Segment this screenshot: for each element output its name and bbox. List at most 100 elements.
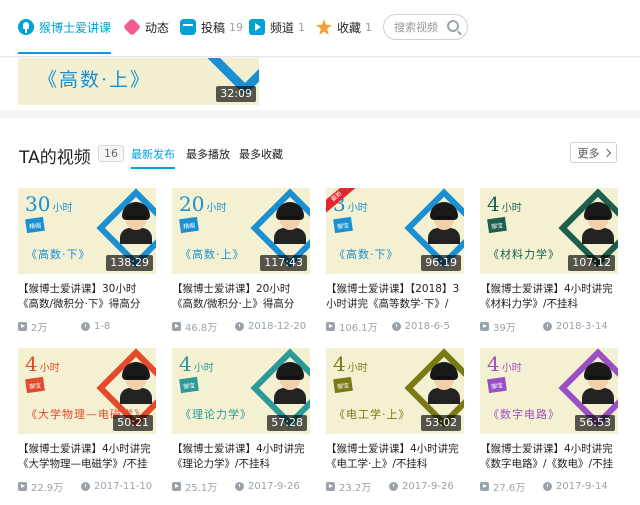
video-duration: 50:21 — [113, 415, 153, 431]
video-title[interactable]: 【猴博士爱讲课】30小时《高数/微积分·下》得高分 — [18, 282, 156, 312]
video-meta: 27.6万 2017-9-14 — [480, 479, 618, 494]
video-thumbnail[interactable]: 20 小时 精缩 《高数·上》 117:43 — [172, 188, 310, 274]
video-title[interactable]: 【猴博士爱讲课】【2018】3小时讲完《高等数学·下》/ — [326, 282, 464, 312]
video-duration: 117:43 — [260, 255, 307, 271]
nav-posts-label: 投稿 — [201, 20, 226, 35]
video-thumbnail[interactable]: 4 小时 御宝《数字电路》 56:53 — [480, 348, 618, 434]
video-title[interactable]: 【猴博士爱讲课】4小时讲完《电工学·上》/不挂科 — [326, 442, 464, 472]
play-count-icon — [326, 482, 335, 491]
top-nav: 猴博士爱讲课 动态 投稿 19 频道 1 收藏 1 — [0, 0, 640, 57]
play-count: 46.8万 — [185, 323, 218, 334]
video-meta: 22.9万 2017-11-10 — [18, 479, 156, 494]
search-box — [383, 14, 468, 40]
clock-icon — [81, 322, 90, 331]
more-button[interactable]: 更多 — [570, 142, 617, 163]
upload-date: 2018-3-14 — [556, 321, 608, 332]
thumbnail-subject: 《数字电路》 — [488, 408, 560, 421]
play-count: 39万 — [493, 323, 516, 334]
tab-latest[interactable]: 最新发布 — [131, 146, 175, 169]
play-count: 22.9万 — [31, 483, 64, 494]
channel-icon — [249, 19, 265, 35]
thumbnail-subject: 《高数·下》 — [26, 248, 91, 261]
video-title[interactable]: 【猴博士爱讲课】4小时讲完《数字电路》/《数电》/不挂 — [480, 442, 618, 472]
play-count-icon — [480, 482, 489, 491]
upload-date: 2017-9-14 — [556, 481, 608, 492]
tab-most-favorited[interactable]: 最多收藏 — [239, 146, 283, 162]
nav-posts[interactable]: 投稿 19 — [180, 15, 243, 39]
video-duration: 96:19 — [421, 255, 461, 271]
video-title[interactable]: 【猴博士爱讲课】20小时《高数/微积分·上》得高分 — [172, 282, 310, 312]
video-duration: 32:09 — [216, 86, 256, 102]
search-input[interactable] — [384, 15, 444, 39]
nav-favorites-count: 1 — [365, 20, 373, 34]
thumbnail-badge: 御宝 — [179, 376, 199, 394]
video-thumbnail[interactable]: 4 小时 御宝 《理论力学》 57:28 — [172, 348, 310, 434]
video-thumbnail[interactable]: 4 小时 御宝 《电工学·上》 53:02 — [326, 348, 464, 434]
thumbnail-subject: 《电工学·上》 — [334, 408, 411, 421]
play-count-icon — [172, 482, 181, 491]
video-duration: 57:28 — [267, 415, 307, 431]
thumbnail-hours: 30 小时 — [25, 192, 73, 216]
section-title: TA的视频 — [19, 148, 91, 168]
nav-channels[interactable]: 频道 1 — [249, 15, 305, 39]
thumbnail-hours: 4 小时 — [487, 352, 522, 376]
nav-posts-count: 19 — [229, 20, 244, 34]
tab-most-played[interactable]: 最多播放 — [186, 146, 230, 162]
teacher-avatar — [120, 202, 152, 244]
teacher-avatar — [274, 362, 306, 404]
thumbnail-hours: 4 小时 — [487, 192, 522, 216]
teacher-avatar — [582, 362, 614, 404]
teacher-avatar — [274, 202, 306, 244]
upper-panel: 《高数·上》 32:09 — [0, 58, 640, 110]
chevron-right-icon — [602, 148, 611, 157]
video-meta: 23.2万 2017-9-26 — [326, 479, 464, 494]
video-meta: 2万 1-8 — [18, 319, 156, 334]
search-icon[interactable] — [447, 20, 459, 32]
clock-icon — [81, 482, 90, 491]
teacher-avatar — [120, 362, 152, 404]
upload-date: 1-8 — [94, 321, 111, 332]
thumbnail-title: 《高数·上》 — [38, 69, 152, 91]
video-thumbnail[interactable]: 《高数·上》 32:09 — [18, 58, 259, 105]
nav-favorites[interactable]: 收藏 1 — [316, 15, 372, 39]
video-thumbnail[interactable]: 4 小时 御宝 《材料力学》 107:12 — [480, 188, 618, 274]
clock-icon — [235, 322, 244, 331]
play-count: 25.1万 — [185, 483, 218, 494]
video-meta: 106.1万 2018-6-5 — [326, 319, 464, 334]
play-count-icon — [18, 482, 27, 491]
thumbnail-hours: 4 小时 — [179, 352, 214, 376]
play-count-icon — [18, 322, 27, 331]
thumbnail-badge: 御宝 — [487, 376, 507, 394]
thumbnail-hours: 4 小时 — [25, 352, 60, 376]
dynamic-icon — [122, 17, 142, 37]
video-duration: 56:53 — [575, 415, 615, 431]
home-icon — [18, 19, 34, 35]
video-thumbnail[interactable]: 3 小时 御宝 《高数·下》 最新 96:19 — [326, 188, 464, 274]
videos-section: TA的视频 16 最新发布 最多播放 最多收藏 更多 30 小时 精缩 《高数·下》 1… — [0, 118, 640, 505]
clock-icon — [391, 322, 401, 331]
video-title[interactable]: 【猴博士爱讲课】4小时讲完《材料力学》/不挂科 — [480, 282, 618, 312]
video-meta: 25.1万 2017-9-26 — [172, 479, 310, 494]
clock-icon — [543, 322, 552, 331]
video-title[interactable]: 【猴博士爱讲课】4小时讲完《大学物理—电磁学》/不挂 — [18, 442, 156, 472]
video-duration: 107:12 — [568, 255, 615, 271]
teacher-avatar — [428, 362, 460, 404]
nav-dynamic-label: 动态 — [145, 20, 170, 35]
video-thumbnail[interactable]: 30 小时 精缩 《高数·下》 138:29 — [18, 188, 156, 274]
thumbnail-hours: 4 小时 — [333, 352, 368, 376]
thumbnail-badge: 御宝 — [25, 376, 45, 394]
upload-date: 2017-9-26 — [248, 481, 300, 492]
nav-home[interactable]: 猴博士爱讲课 — [18, 15, 112, 54]
play-count-icon — [326, 322, 335, 331]
play-count: 2万 — [31, 323, 48, 334]
thumbnail-badge: 精缩 — [179, 216, 199, 234]
video-meta: 46.8万 2018-12-20 — [172, 319, 310, 334]
nav-dynamic[interactable]: 动态 — [122, 15, 170, 39]
more-label: 更多 — [577, 146, 600, 160]
video-thumbnail[interactable]: 4 小时 御宝 《大学物理—电磁学》 50:21 — [18, 348, 156, 434]
upload-date: 2017-11-10 — [94, 481, 153, 492]
teacher-avatar — [428, 202, 460, 244]
video-title[interactable]: 【猴博士爱讲课】4小时讲完《理论力学》/不挂科 — [172, 442, 310, 472]
thumbnail-hours: 20 小时 — [179, 192, 227, 216]
thumbnail-subject: 《材料力学》 — [488, 248, 560, 261]
